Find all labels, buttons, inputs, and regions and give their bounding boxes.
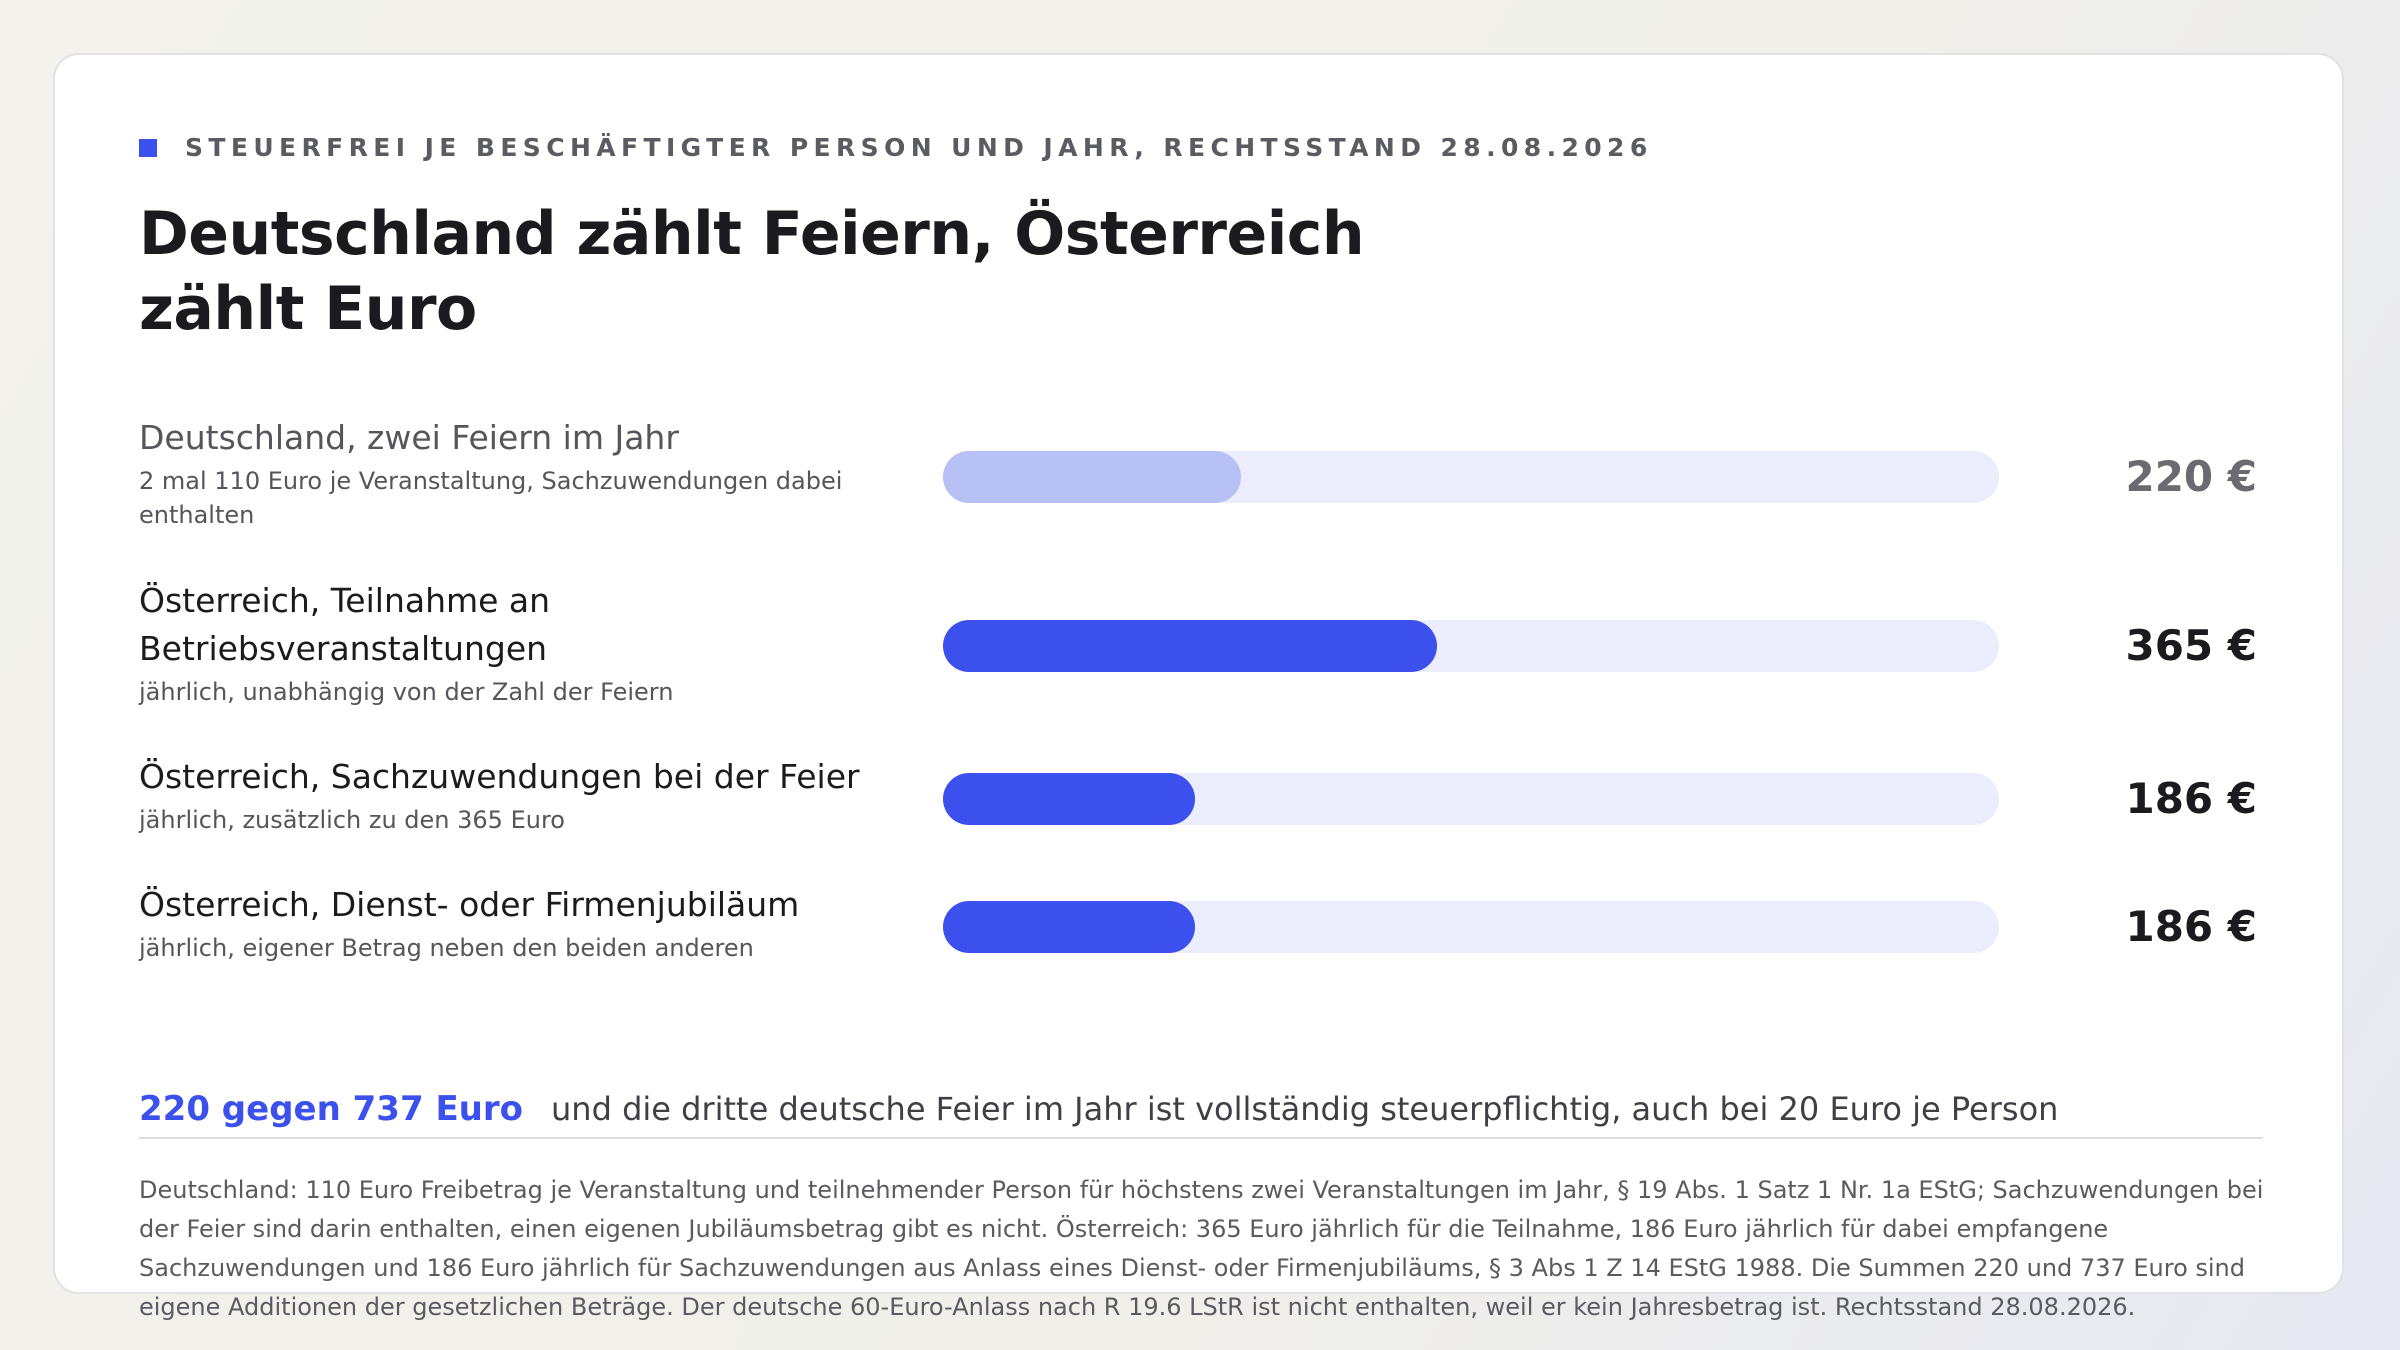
bar-fill-3 [943, 773, 1195, 825]
eyebrow: STEUERFREI JE BESCHÄFTIGTER PERSON UND J… [139, 133, 1653, 162]
bar-category-2: Österreich, Teilnahme an Betriebsveranst… [139, 581, 551, 668]
bar-label-1: Deutschland, zwei Feiern im Jahr 2 mal 1… [139, 414, 879, 532]
bar-value-label-4: 186 € [2125, 902, 2257, 951]
bar-value-label-1: 220 € [2125, 452, 2257, 501]
bar-track-4 [943, 901, 1999, 953]
bar-subtitle-3: jährlich, zusätzlich zu den 365 Euro [139, 806, 565, 834]
bar-fill-2 [943, 620, 1437, 672]
bar-track-1 [943, 451, 1999, 503]
eyebrow-square-icon [139, 138, 157, 157]
bar-category-1: Deutschland, zwei Feiern im Jahr [139, 418, 679, 457]
bar-value-label-2: 365 € [2125, 621, 2257, 670]
source-footnote: Deutschland: 110 Euro Freibetrag je Vera… [139, 1176, 2264, 1321]
chart-title: Deutschland zählt Feiern, Österreich zäh… [139, 199, 1365, 344]
bar-label-3: Österreich, Sachzuwendungen bei der Feie… [139, 753, 879, 837]
bar-subtitle-1: 2 mal 110 Euro je Veranstaltung, Sachzuw… [139, 467, 843, 529]
summary-text: und die dritte deutsche Feier im Jahr is… [551, 1090, 2059, 1128]
bar-fill-1 [943, 451, 1241, 503]
summary-figure: 220 gegen 737 Euro [139, 1089, 524, 1129]
summary-line: 220 gegen 737 Euro und die dritte deutsc… [139, 1085, 2263, 1139]
bar-track-2 [943, 620, 1999, 672]
bar-category-3: Österreich, Sachzuwendungen bei der Feie… [139, 757, 860, 796]
bar-label-2: Österreich, Teilnahme an Betriebsveranst… [139, 577, 699, 709]
bar-track-3 [943, 773, 1999, 825]
bar-value-label-3: 186 € [2125, 774, 2257, 823]
bar-subtitle-2: jährlich, unabhängig von der Zahl der Fe… [139, 678, 674, 706]
chart-card: STEUERFREI JE BESCHÄFTIGTER PERSON UND J… [53, 53, 2344, 1321]
bar-category-4: Österreich, Dienst- oder Firmenjubiläum [139, 885, 800, 924]
bar-subtitle-4: jährlich, eigener Betrag neben den beide… [139, 934, 754, 962]
bar-label-4: Österreich, Dienst- oder Firmenjubiläum … [139, 881, 879, 965]
eyebrow-text: STEUERFREI JE BESCHÄFTIGTER PERSON UND J… [185, 133, 1653, 162]
bar-fill-4 [943, 901, 1195, 953]
